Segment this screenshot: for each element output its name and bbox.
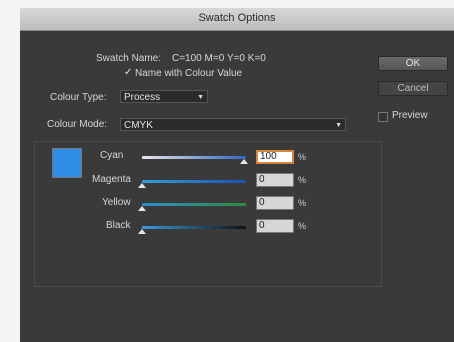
colour-mode-label: Colour Mode: <box>47 119 108 130</box>
yellow-slider-track[interactable] <box>142 203 246 206</box>
swatch-name-value: C=100 M=0 Y=0 K=0 <box>172 53 266 64</box>
black-slider-track[interactable] <box>142 226 246 229</box>
magenta-slider-thumb[interactable] <box>138 183 146 188</box>
colour-swatch-preview <box>52 148 82 178</box>
cyan-percent: % <box>298 152 307 162</box>
cyan-slider-thumb[interactable] <box>240 159 248 164</box>
magenta-percent: % <box>298 175 307 185</box>
black-label: Black <box>106 220 131 231</box>
black-percent: % <box>298 221 307 231</box>
yellow-slider-thumb[interactable] <box>138 206 146 211</box>
colour-type-value: Process <box>124 92 161 103</box>
cyan-value-field[interactable]: 100 <box>256 150 294 164</box>
colour-type-label: Colour Type: <box>50 92 107 103</box>
black-slider-thumb[interactable] <box>138 229 146 234</box>
preview-label[interactable]: Preview <box>392 110 428 121</box>
chevron-down-icon: ▼ <box>197 94 204 101</box>
colour-group-box <box>34 141 382 287</box>
cancel-button[interactable]: Cancel <box>378 81 448 96</box>
magenta-value-field[interactable]: 0 <box>256 173 294 187</box>
name-with-colour-value-label[interactable]: Name with Colour Value <box>135 68 242 79</box>
yellow-percent: % <box>298 198 307 208</box>
yellow-label: Yellow <box>102 197 131 208</box>
cyan-label: Cyan <box>100 150 124 161</box>
yellow-value-field[interactable]: 0 <box>256 196 294 210</box>
chevron-down-icon: ▼ <box>335 122 342 129</box>
preview-checkbox[interactable] <box>378 112 388 122</box>
colour-mode-value: CMYK <box>124 120 153 131</box>
black-value-field[interactable]: 0 <box>256 219 294 233</box>
cyan-slider-track[interactable] <box>142 156 246 159</box>
swatch-name-label: Swatch Name: <box>96 53 162 64</box>
title-bar[interactable]: Swatch Options <box>20 8 454 31</box>
magenta-slider-track[interactable] <box>142 180 246 183</box>
magenta-label: Magenta <box>92 174 131 185</box>
swatch-options-dialog: Swatch Options Swatch Name: C=100 M=0 Y=… <box>20 8 454 342</box>
dialog-title: Swatch Options <box>198 12 276 24</box>
ok-button[interactable]: OK <box>378 56 448 71</box>
colour-type-dropdown[interactable]: Process ▼ <box>120 90 208 103</box>
checkmark-icon[interactable]: ✓ <box>124 67 132 78</box>
colour-mode-dropdown[interactable]: CMYK ▼ <box>120 118 346 131</box>
